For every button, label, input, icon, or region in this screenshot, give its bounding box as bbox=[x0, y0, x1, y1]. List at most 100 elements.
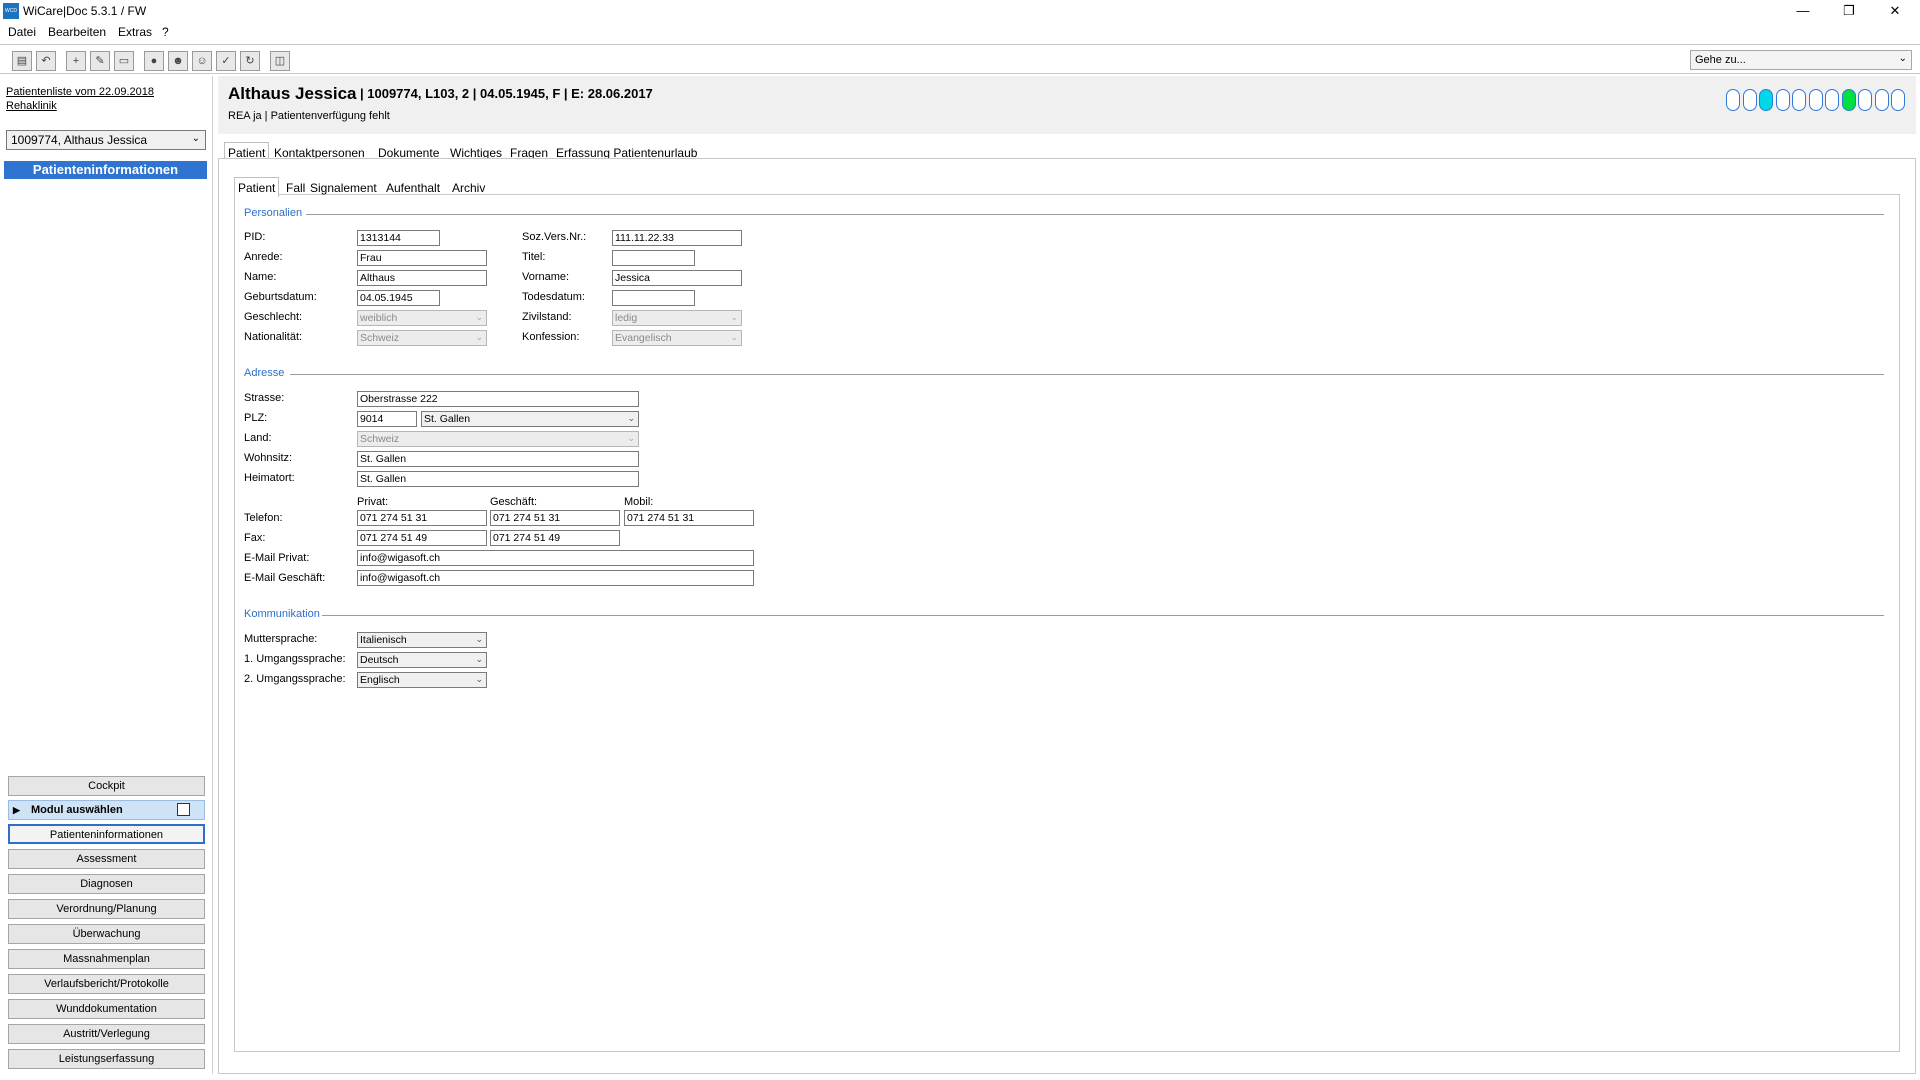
nav-massnahmenplan[interactable]: Massnahmenplan bbox=[8, 949, 205, 969]
undo-icon[interactable]: ↶ bbox=[36, 51, 56, 71]
menu-bar: Datei Bearbeiten Extras ? bbox=[0, 22, 1920, 42]
nav-patienteninformationen[interactable]: Patienteninformationen bbox=[8, 824, 205, 844]
todesdatum-field[interactable] bbox=[612, 290, 695, 306]
umgangssprache2-label: 2. Umgangssprache: bbox=[244, 673, 346, 685]
nav-wunddokumentation[interactable]: Wunddokumentation bbox=[8, 999, 205, 1019]
section-adresse: Adresse bbox=[244, 367, 285, 379]
cockpit-button[interactable]: Cockpit bbox=[8, 776, 205, 796]
sidebar-heading: Patienteninformationen bbox=[4, 161, 207, 179]
nav-leistungserfassung[interactable]: Leistungserfassung bbox=[8, 1049, 205, 1069]
module-select[interactable]: ▶ Modul auswählen bbox=[8, 800, 205, 820]
zivilstand-value: ledig bbox=[615, 312, 638, 324]
umgangssprache1-label: 1. Umgangssprache: bbox=[244, 653, 346, 665]
email-privat-label: E-Mail Privat: bbox=[244, 552, 310, 564]
edit-icon[interactable]: ✎ bbox=[90, 51, 110, 71]
section-personalien: Personalien bbox=[244, 207, 303, 219]
section-kommunikation: Kommunikation bbox=[244, 608, 320, 620]
vorname-label: Vorname: bbox=[522, 271, 570, 283]
geburtsdatum-field[interactable]: 04.05.1945 bbox=[357, 290, 440, 306]
plz-field[interactable]: 9014 bbox=[357, 411, 417, 427]
heimatort-field[interactable]: St. Gallen bbox=[357, 471, 639, 487]
expand-icon: ▶ bbox=[13, 805, 20, 815]
minimize-icon[interactable]: — bbox=[1780, 0, 1826, 22]
subtab-patient[interactable]: Patient bbox=[234, 177, 280, 197]
save-icon[interactable]: ▤ bbox=[12, 51, 32, 71]
subtab-aufenthalt[interactable]: Aufenthalt bbox=[382, 177, 444, 197]
menu-bearbeiten[interactable]: Bearbeiten bbox=[48, 25, 106, 39]
fax-geschaeft-field[interactable]: 071 274 51 49 bbox=[490, 530, 620, 546]
goto-select[interactable]: Gehe zu... ⌄ bbox=[1690, 50, 1912, 70]
status-indicator bbox=[1726, 89, 1740, 111]
telefon-privat-field[interactable]: 071 274 51 31 bbox=[357, 510, 487, 526]
users-icon[interactable]: ● bbox=[144, 51, 164, 71]
wohnsitz-field[interactable]: St. Gallen bbox=[357, 451, 639, 467]
database-icon[interactable]: ◫ bbox=[270, 51, 290, 71]
vorname-field[interactable]: Jessica bbox=[612, 270, 742, 286]
subtab-archiv[interactable]: Archiv bbox=[448, 177, 489, 197]
status-indicator bbox=[1775, 89, 1790, 111]
ort-value: St. Gallen bbox=[424, 413, 471, 425]
menu-help[interactable]: ? bbox=[162, 25, 169, 39]
zivilstand-label: Zivilstand: bbox=[522, 311, 572, 323]
status-indicator bbox=[1891, 89, 1905, 111]
chevron-down-icon: ⌄ bbox=[627, 413, 635, 423]
umgangssprache2-select[interactable]: Englisch ⌄ bbox=[357, 672, 487, 688]
nav-verordnung[interactable]: Verordnung/Planung bbox=[8, 899, 205, 919]
nav-austritt[interactable]: Austritt/Verlegung bbox=[8, 1024, 205, 1044]
email-privat-field[interactable]: info@wigasoft.ch bbox=[357, 550, 754, 566]
strasse-field[interactable]: Oberstrasse 222 bbox=[357, 391, 639, 407]
nav-diagnosen[interactable]: Diagnosen bbox=[8, 874, 205, 894]
pid-field[interactable]: 1313144 bbox=[357, 230, 440, 246]
person-icon[interactable]: ☻ bbox=[168, 51, 188, 71]
name-label: Name: bbox=[244, 271, 277, 283]
patient-select[interactable]: 1009774, Althaus Jessica ⌄ bbox=[6, 130, 206, 150]
sozvers-field[interactable]: 111.11.22.33 bbox=[612, 230, 742, 246]
telefon-label: Telefon: bbox=[244, 512, 283, 524]
add-icon[interactable]: + bbox=[66, 51, 86, 71]
nav-verlaufsbericht[interactable]: Verlaufsbericht/Protokolle bbox=[8, 974, 205, 994]
umgangssprache1-select[interactable]: Deutsch ⌄ bbox=[357, 652, 487, 668]
name-field[interactable]: Althaus bbox=[357, 270, 487, 286]
window-icon[interactable]: ▭ bbox=[114, 51, 134, 71]
chevron-down-icon: ⌄ bbox=[475, 312, 483, 322]
nav-assessment[interactable]: Assessment bbox=[8, 849, 205, 869]
fax-privat-field[interactable]: 071 274 51 49 bbox=[357, 530, 487, 546]
restore-icon[interactable]: ❐ bbox=[1826, 0, 1872, 22]
anrede-label: Anrede: bbox=[244, 251, 283, 263]
telefon-geschaeft-field[interactable]: 071 274 51 31 bbox=[490, 510, 620, 526]
clinic-link[interactable]: Rehaklinik bbox=[6, 100, 57, 112]
person-remove-icon[interactable]: ☺ bbox=[192, 51, 212, 71]
nationalitaet-label: Nationalität: bbox=[244, 331, 303, 343]
chevron-down-icon: ⌄ bbox=[627, 433, 635, 443]
muttersprache-select[interactable]: Italienisch ⌄ bbox=[357, 632, 487, 648]
close-icon[interactable]: ✕ bbox=[1872, 0, 1918, 22]
status-indicator bbox=[1874, 89, 1889, 111]
status-indicator bbox=[1858, 89, 1872, 111]
pid-label: PID: bbox=[244, 231, 266, 243]
anrede-field[interactable]: Frau bbox=[357, 250, 487, 266]
nationalitaet-value: Schweiz bbox=[360, 332, 400, 344]
email-geschaeft-field[interactable]: info@wigasoft.ch bbox=[357, 570, 754, 586]
menu-extras[interactable]: Extras bbox=[118, 25, 152, 39]
chevron-down-icon: ⌄ bbox=[475, 332, 483, 342]
nav-ueberwachung[interactable]: Überwachung bbox=[8, 924, 205, 944]
geschaeft-label: Geschäft: bbox=[490, 496, 538, 508]
toolbar: ▤ ↶ + ✎ ▭ ● ☻ ☺ ✓ ↻ ◫ bbox=[0, 44, 1920, 74]
module-checkbox[interactable] bbox=[177, 803, 190, 816]
konfession-value: Evangelisch bbox=[615, 332, 672, 344]
geschlecht-value: weiblich bbox=[360, 312, 398, 324]
person-check-icon[interactable]: ✓ bbox=[216, 51, 236, 71]
todesdatum-label: Todesdatum: bbox=[522, 291, 585, 303]
app-icon: WCD bbox=[3, 3, 19, 19]
subtab-signalement[interactable]: Signalement bbox=[306, 177, 381, 197]
geburtsdatum-label: Geburtsdatum: bbox=[244, 291, 317, 303]
chevron-down-icon: ⌄ bbox=[475, 654, 483, 664]
refresh-icon[interactable]: ↻ bbox=[240, 51, 260, 71]
konfession-label: Konfession: bbox=[522, 331, 580, 343]
patient-list-link[interactable]: Patientenliste vom 22.09.2018 bbox=[6, 86, 154, 98]
ort-select[interactable]: St. Gallen ⌄ bbox=[421, 411, 639, 427]
telefon-mobil-field[interactable]: 071 274 51 31 bbox=[624, 510, 754, 526]
titel-field[interactable] bbox=[612, 250, 695, 266]
menu-datei[interactable]: Datei bbox=[8, 25, 36, 39]
strasse-label: Strasse: bbox=[244, 392, 285, 404]
